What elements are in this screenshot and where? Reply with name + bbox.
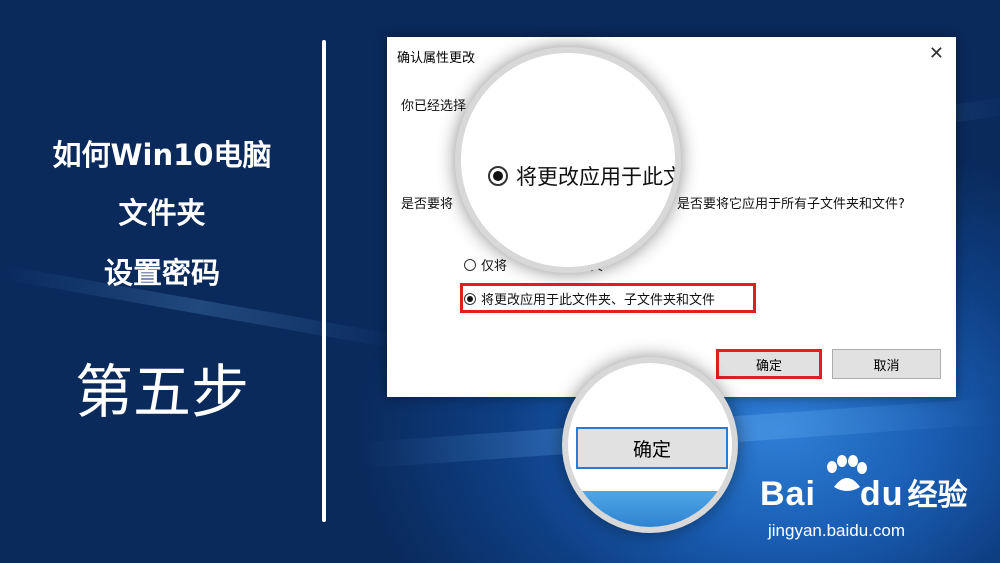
dialog-question-left: 是否要将 [401,197,454,212]
slide-title-line-2: 文件夹 [118,196,206,230]
ok-button[interactable]: 确定 [716,349,822,379]
radio-icon [464,258,476,271]
radio-label: 仅将 [481,259,508,274]
dialog-selection-text: 你已经选择 [401,99,467,114]
highlight-box-option [460,283,756,313]
magnified-desktop-strip [568,491,732,527]
magnifier-option: 将更改应用于此文 [455,47,681,273]
step-label: 第五步 [74,358,249,426]
radio-selected-icon [488,166,508,186]
baidu-brand: Bai [760,475,816,513]
divider-line [322,40,326,522]
watermark-url: jingyan.baidu.com [768,521,906,540]
magnified-radio-label: 将更改应用于此文 [516,165,681,189]
dialog-question-right: 是否要将它应用于所有子文件夹和文件? [677,197,905,212]
close-icon[interactable]: ✕ [929,43,944,64]
baidu-brand-tail: du [859,475,904,513]
slide-title-line-3: 设置密码 [103,256,220,290]
cancel-button[interactable]: 取消 [832,349,941,379]
baidu-brand-cn: 经验 [907,479,968,512]
magnified-radio-option: 将更改应用于此文 [488,161,681,191]
baidu-logo: Bai du 经验 [760,470,967,514]
dialog-title: 确认属性更改 [397,51,476,66]
magnified-ok-button: 确定 [576,427,728,469]
magnifier-ok-button: 确定 [562,357,738,533]
slide-title-line-1: 如何Win10电脑 [52,138,272,172]
